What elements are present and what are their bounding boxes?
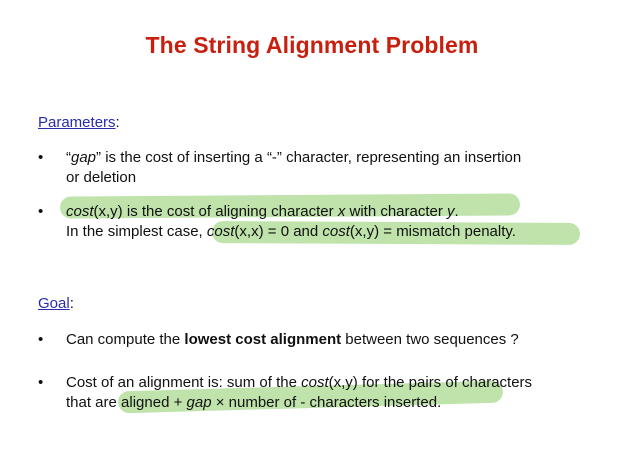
goal-heading: Goal: bbox=[38, 295, 74, 312]
bullet-alignment-cost-text: Cost of an alignment is: sum of the cost… bbox=[66, 373, 532, 413]
bullet-cost-line1: cost(x,y) is the cost of aligning charac… bbox=[66, 203, 459, 220]
bullet-gap-line2: or deletion bbox=[66, 169, 137, 186]
slide-title: The String Alignment Problem bbox=[145, 32, 479, 58]
parameters-label: Parameters bbox=[38, 114, 116, 131]
bullet-icon: • bbox=[38, 149, 44, 166]
bullet-gap-line1: “gap” is the cost of inserting a “-” cha… bbox=[66, 149, 522, 166]
parameters-colon: : bbox=[115, 114, 120, 131]
bullet-goal-text: Can compute the lowest cost alignment be… bbox=[66, 331, 519, 348]
bullet-cost-text: cost(x,y) is the cost of aligning charac… bbox=[66, 202, 516, 242]
bullet-icon: • bbox=[38, 374, 44, 391]
parameters-heading: Parameters: bbox=[38, 114, 120, 131]
bullet-icon: • bbox=[38, 331, 44, 348]
bullet-gap-text: “gap” is the cost of inserting a “-” cha… bbox=[66, 148, 521, 188]
goal-label: Goal bbox=[38, 295, 70, 312]
bullet-icon: • bbox=[38, 203, 44, 220]
bullet-alignment-cost-line1: Cost of an alignment is: sum of the cost… bbox=[66, 374, 533, 391]
bullet-alignment-cost-line2: that are aligned + gap × number of - cha… bbox=[66, 394, 442, 411]
bullet-cost-line2: In the simplest case, cost(x,x) = 0 and … bbox=[66, 223, 516, 240]
goal-colon: : bbox=[69, 295, 74, 312]
